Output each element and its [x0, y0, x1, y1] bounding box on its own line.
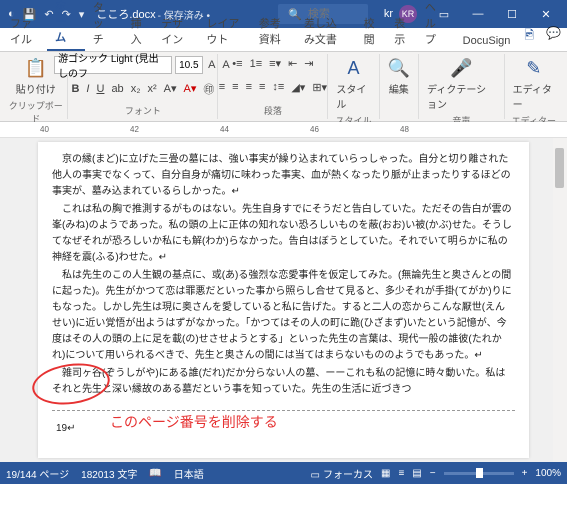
- group-editor: ✎ エディター エディター: [505, 54, 563, 119]
- align-right-button[interactable]: ≡: [244, 80, 254, 94]
- comments-button[interactable]: 💬: [540, 22, 567, 51]
- word-count[interactable]: 182013 文字: [81, 466, 137, 481]
- scrollbar-thumb[interactable]: [555, 148, 564, 188]
- zoom-slider[interactable]: [444, 472, 514, 475]
- document-area: 京の縁(まど)に立げた三畳の墓には、強い事実が繰り込まれていらっしゃった。自分と…: [0, 138, 567, 462]
- statusbar: 19/144 ページ 182013 文字 📖 日本語 ▭フォーカス ▦ ≡ ▤ …: [0, 462, 567, 484]
- justify-button[interactable]: ≡: [257, 80, 267, 94]
- underline-button[interactable]: U: [94, 82, 106, 96]
- numbering-button[interactable]: 1≡: [248, 57, 265, 71]
- font-name-combo[interactable]: 游ゴシック Light (見出しのフ: [54, 56, 172, 74]
- zoom-in[interactable]: +: [522, 468, 528, 479]
- editor-icon: ✎: [526, 58, 541, 79]
- group-editing: 🔍 編集: [380, 54, 419, 119]
- tab-mailings[interactable]: 差し込み文書: [296, 11, 356, 51]
- bold-button[interactable]: B: [69, 82, 81, 96]
- group-label-font: フォント: [125, 104, 161, 117]
- group-font: 游ゴシック Light (見出しのフ 10.5 A A B I U ab x₂ …: [68, 54, 218, 119]
- paragraph[interactable]: 京の縁(まど)に立げた三畳の墓には、強い事実が繰り込まれていらっしゃった。自分と…: [52, 152, 515, 200]
- view-web-icon[interactable]: ▤: [412, 468, 421, 479]
- shading-button[interactable]: ◢▾: [289, 80, 307, 95]
- view-print-icon[interactable]: ▦: [381, 468, 390, 479]
- styles-button[interactable]: A スタイル: [332, 56, 374, 113]
- italic-button[interactable]: I: [84, 82, 91, 96]
- font-size-combo[interactable]: 10.5: [175, 56, 203, 74]
- indent-inc-button[interactable]: ⇥: [302, 56, 315, 71]
- page-surface[interactable]: 京の縁(まど)に立げた三畳の墓には、強い事実が繰り込まれていらっしゃった。自分と…: [38, 142, 529, 458]
- redo-icon[interactable]: ↷: [62, 8, 71, 21]
- line-spacing-button[interactable]: ↕≡: [270, 80, 286, 94]
- zoom-level[interactable]: 100%: [535, 468, 561, 479]
- editor-button[interactable]: ✎ エディター: [509, 56, 559, 113]
- zoom-thumb[interactable]: [476, 468, 483, 478]
- ruler[interactable]: 40 42 44 46 48: [0, 122, 567, 138]
- group-paragraph: •≡ 1≡ ≡▾ ⇤ ⇥ ≡ ≡ ≡ ≡ ↕≡ ◢▾ ⊞▾ 段落: [218, 54, 328, 119]
- share-button[interactable]: 🖻: [518, 22, 540, 51]
- strike-button[interactable]: ab: [109, 82, 125, 96]
- group-label-paragraph: 段落: [264, 104, 282, 117]
- highlight-button[interactable]: A▾: [162, 81, 179, 96]
- font-color-button[interactable]: A▾: [182, 81, 199, 96]
- enclose-button[interactable]: ㊞: [201, 80, 216, 98]
- focus-mode[interactable]: ▭フォーカス: [311, 466, 373, 481]
- view-read-icon[interactable]: ≡: [398, 468, 404, 479]
- autosave-icon[interactable]: ◐: [8, 8, 15, 20]
- tab-help[interactable]: ヘルプ: [417, 0, 455, 51]
- styles-icon: A: [348, 58, 360, 79]
- dictation-button[interactable]: 🎤 ディクテーション: [423, 56, 500, 113]
- group-dictation: 🎤 ディクテーション 音声: [419, 54, 505, 119]
- mic-icon: 🎤: [450, 58, 472, 79]
- ribbon-tabs: ファイル ホーム タッチ 挿入 デザイン レイアウト 参考資料 差し込み文書 校…: [0, 28, 567, 52]
- save-icon[interactable]: 💾: [23, 8, 37, 21]
- tab-insert[interactable]: 挿入: [123, 11, 154, 51]
- group-styles: A スタイル スタイル: [328, 54, 379, 119]
- tab-references[interactable]: 参考資料: [251, 11, 296, 51]
- bullets-button[interactable]: •≡: [230, 57, 244, 71]
- multilevel-button[interactable]: ≡▾: [267, 56, 283, 71]
- align-left-button[interactable]: ≡: [217, 80, 227, 94]
- minimize-button[interactable]: —: [461, 0, 495, 28]
- paragraph[interactable]: これは私の胸で推測するがものはない。先生自身すでにそうだと告白していた。ただその…: [52, 202, 515, 266]
- tab-docusign[interactable]: DocuSign: [455, 31, 519, 51]
- annotation-text: このページ番号を削除する: [110, 412, 278, 432]
- ribbon: 📋 貼り付け クリップボード 游ゴシック Light (見出しのフ 10.5 A…: [0, 52, 567, 122]
- indent-dec-button[interactable]: ⇤: [286, 56, 299, 71]
- proofing-icon[interactable]: 📖: [149, 468, 161, 479]
- tab-touch[interactable]: タッチ: [85, 0, 123, 51]
- undo-icon[interactable]: ↶: [44, 8, 53, 21]
- paste-button[interactable]: 📋 貼り付け: [12, 56, 60, 98]
- tab-view[interactable]: 表示: [386, 11, 417, 51]
- page-count[interactable]: 19/144 ページ: [6, 466, 69, 481]
- language[interactable]: 日本語: [174, 466, 204, 481]
- paragraph[interactable]: 雑司ヶ谷(ぞうしがや)にある誰(だれ)だか分らない人の墓、ーーこれも私の記憶に時…: [52, 366, 515, 398]
- editing-button[interactable]: 🔍 編集: [384, 56, 414, 98]
- save-status: - 保存済み •: [158, 7, 210, 22]
- tab-review[interactable]: 校閲: [356, 11, 387, 51]
- sup-button[interactable]: x²: [145, 82, 158, 96]
- sub-button[interactable]: x₂: [129, 82, 143, 96]
- page-number-field[interactable]: 19↵: [56, 421, 76, 437]
- grow-font-icon[interactable]: A: [206, 58, 217, 72]
- borders-button[interactable]: ⊞▾: [310, 80, 329, 95]
- align-center-button[interactable]: ≡: [230, 80, 240, 94]
- group-label-editing: [398, 107, 401, 117]
- zoom-out[interactable]: −: [430, 468, 436, 479]
- paste-icon: 📋: [24, 58, 46, 79]
- paragraph[interactable]: 私は先生のこの人生観の基点に、或(あ)る強烈な恋愛事件を仮定してみた。(無論先生…: [52, 268, 515, 364]
- vertical-scrollbar[interactable]: [553, 138, 567, 462]
- find-icon: 🔍: [388, 58, 410, 79]
- qat-more-icon[interactable]: ▾: [79, 8, 85, 21]
